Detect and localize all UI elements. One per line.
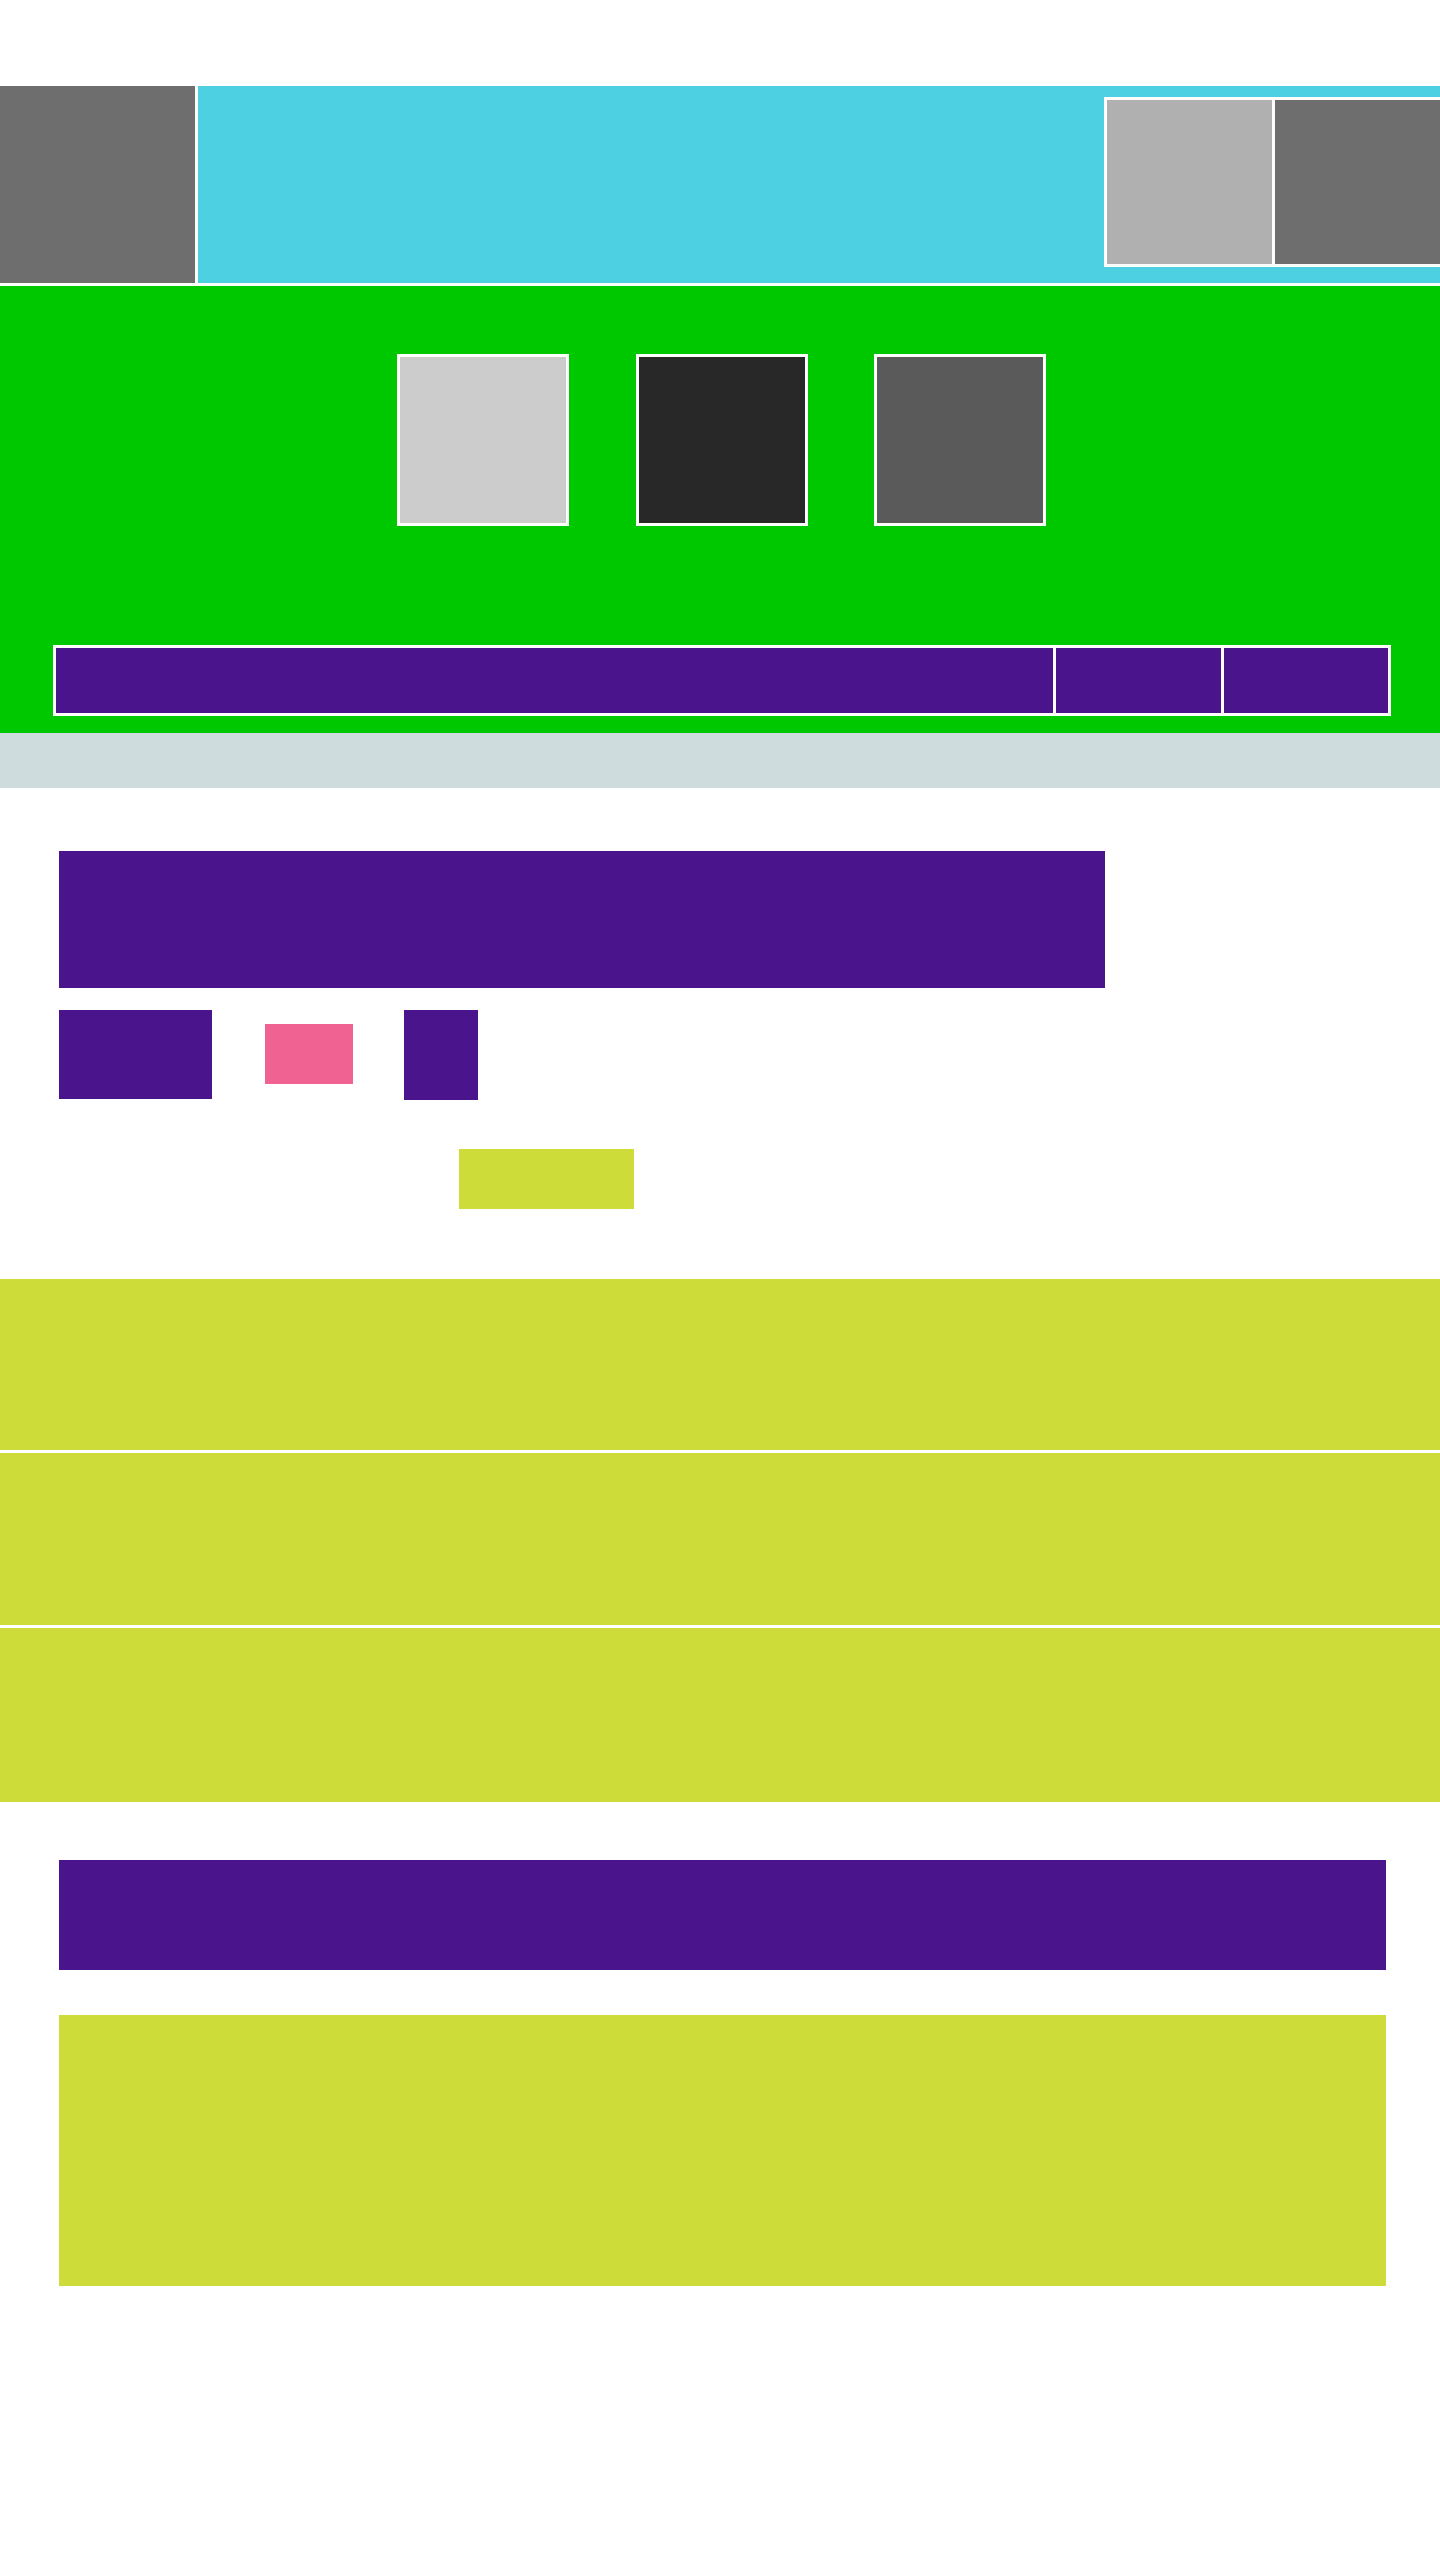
- hero-bar-segment-3[interactable]: [1224, 648, 1388, 713]
- list-item[interactable]: [0, 1628, 1440, 1802]
- app-header: [0, 86, 1440, 283]
- meta-button-small[interactable]: [404, 1010, 478, 1100]
- meta-button-primary[interactable]: [59, 1010, 212, 1099]
- meta-badge-pink: [265, 1024, 353, 1084]
- header-image-left[interactable]: [1104, 97, 1275, 267]
- section-header-bar: [59, 1860, 1386, 1970]
- list-item[interactable]: [0, 1453, 1440, 1628]
- content-card: [59, 2015, 1386, 2286]
- logo-image[interactable]: [0, 86, 198, 283]
- hero-section: [0, 283, 1440, 733]
- hero-tile-3[interactable]: [874, 354, 1046, 526]
- hero-bar-main-segment[interactable]: [56, 648, 1056, 713]
- hero-bar-segment-2[interactable]: [1056, 648, 1224, 713]
- header-image-right[interactable]: [1272, 97, 1440, 267]
- hero-action-bar: [53, 645, 1391, 716]
- list-item[interactable]: [0, 1279, 1440, 1453]
- list-block: [0, 1279, 1440, 1802]
- sub-bar: [0, 733, 1440, 788]
- page-title-block: [59, 851, 1105, 988]
- hero-tile-1[interactable]: [397, 354, 569, 526]
- hero-tile-2[interactable]: [636, 354, 808, 526]
- lime-tag[interactable]: [459, 1149, 634, 1209]
